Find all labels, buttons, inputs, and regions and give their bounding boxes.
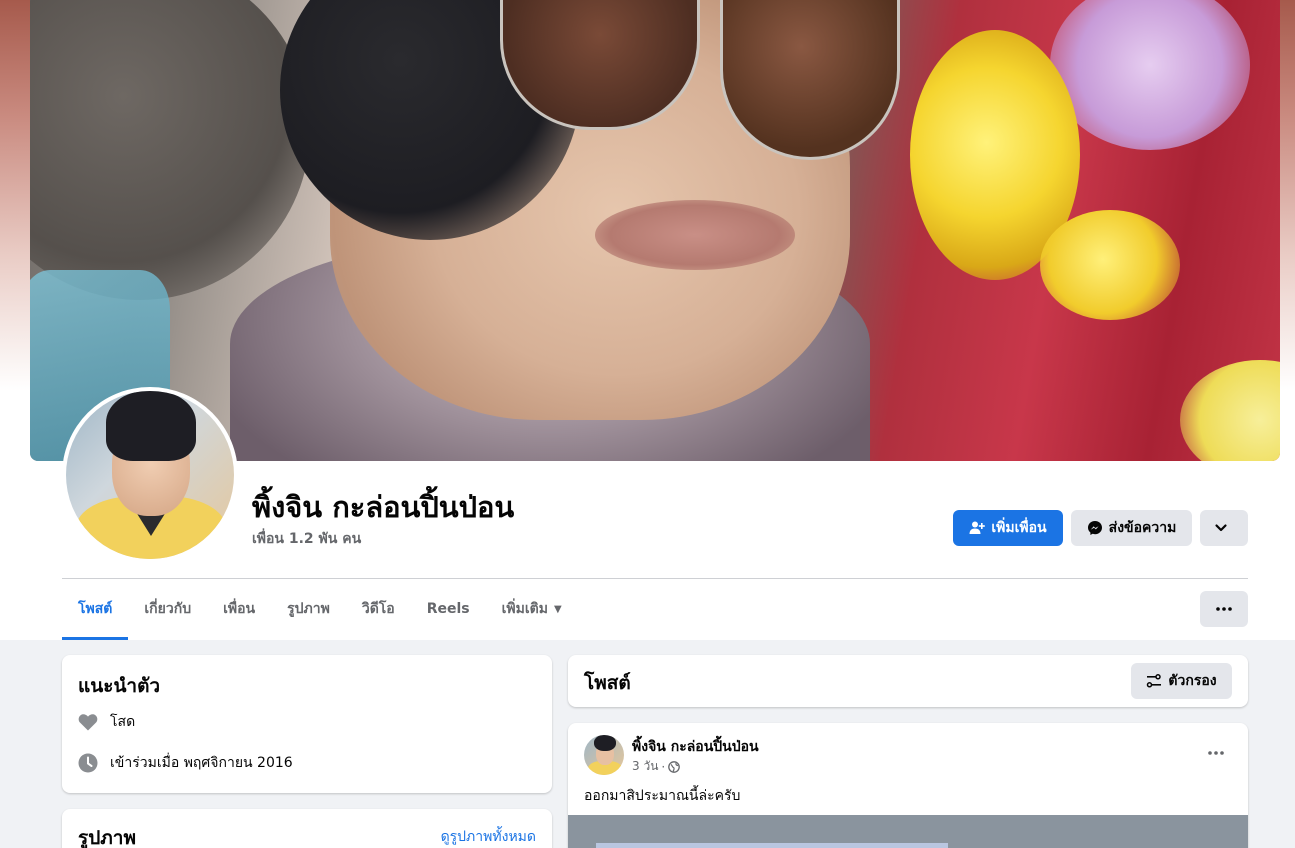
- more-dots-icon: [1216, 607, 1232, 611]
- tab-friends[interactable]: เพื่อน: [207, 580, 271, 638]
- header-divider: [62, 578, 1248, 579]
- joined-date: เข้าร่วมเมื่อ พฤศจิกายน 2016: [110, 755, 293, 771]
- chevron-down-icon: [1215, 524, 1227, 532]
- post-author-name[interactable]: พิ้งจิน กะล่อนปิ้นป่อน: [632, 736, 759, 758]
- filter-icon: [1147, 674, 1162, 688]
- message-button[interactable]: ส่งข้อความ: [1071, 510, 1192, 546]
- profile-name: พิ้งจิน กะล่อนปิ้นป่อน: [252, 490, 515, 524]
- intro-title: แนะนำตัว: [78, 675, 161, 697]
- tab-about[interactable]: เกี่ยวกับ: [128, 580, 207, 638]
- add-friend-label: เพิ่มเพื่อน: [991, 520, 1047, 536]
- tab-reels[interactable]: Reels: [411, 580, 486, 638]
- tabs-more-button[interactable]: [1200, 591, 1248, 627]
- clock-icon: [78, 753, 98, 773]
- profile-avatar[interactable]: [66, 391, 234, 559]
- tab-more[interactable]: เพิ่มเติม ▼: [486, 580, 578, 638]
- add-friend-icon: [969, 521, 986, 534]
- tab-photos[interactable]: รูปภาพ: [271, 580, 346, 638]
- globe-icon: [668, 760, 681, 773]
- posts-title: โพสต์: [584, 672, 631, 694]
- post-meta: 3 วัน ·: [632, 757, 681, 776]
- friends-count[interactable]: เพื่อน 1.2 พัน คน: [252, 528, 361, 550]
- more-dots-icon: [1208, 751, 1224, 755]
- profile-options-button[interactable]: [1200, 510, 1248, 546]
- messenger-icon: [1087, 521, 1102, 535]
- add-friend-button[interactable]: เพิ่มเพื่อน: [953, 510, 1063, 546]
- filter-button[interactable]: ตัวกรอง: [1131, 663, 1232, 699]
- posts-header-card: โพสต์ ตัวกรอง: [568, 655, 1248, 707]
- post-timestamp[interactable]: 3 วัน: [632, 757, 658, 776]
- caret-down-icon: ▼: [553, 603, 562, 615]
- tab-videos[interactable]: วิดีโอ: [346, 580, 411, 638]
- message-label: ส่งข้อความ: [1108, 520, 1177, 536]
- cover-photo[interactable]: [30, 0, 1280, 461]
- photos-card: รูปภาพ ดูรูปภาพทั้งหมด: [62, 809, 552, 848]
- heart-icon: [78, 712, 98, 732]
- post-text: ออกมาสิประมาณนี้ล่ะครับ: [584, 788, 741, 804]
- tab-posts[interactable]: โพสต์: [62, 580, 129, 640]
- photos-title: รูปภาพ: [78, 827, 136, 848]
- profile-tabs: โพสต์ เกี่ยวกับ เพื่อน รูปภาพ วิดีโอ Ree…: [62, 580, 578, 640]
- see-all-photos-link[interactable]: ดูรูปภาพทั้งหมด: [441, 826, 536, 848]
- post-author-avatar[interactable]: [584, 735, 624, 775]
- joined-row: เข้าร่วมเมื่อ พฤศจิกายน 2016: [78, 752, 293, 774]
- post-card: พิ้งจิน กะล่อนปิ้นป่อน 3 วัน · ออกมาสิปร…: [568, 723, 1248, 848]
- post-media[interactable]: [568, 815, 1248, 848]
- relationship-row: โสด: [78, 711, 135, 733]
- intro-card: แนะนำตัว โสด เข้าร่วมเมื่อ พฤศจิกายน 201…: [62, 655, 552, 793]
- filter-label: ตัวกรอง: [1168, 673, 1217, 689]
- relationship-status: โสด: [110, 714, 136, 730]
- post-options-button[interactable]: [1202, 743, 1230, 763]
